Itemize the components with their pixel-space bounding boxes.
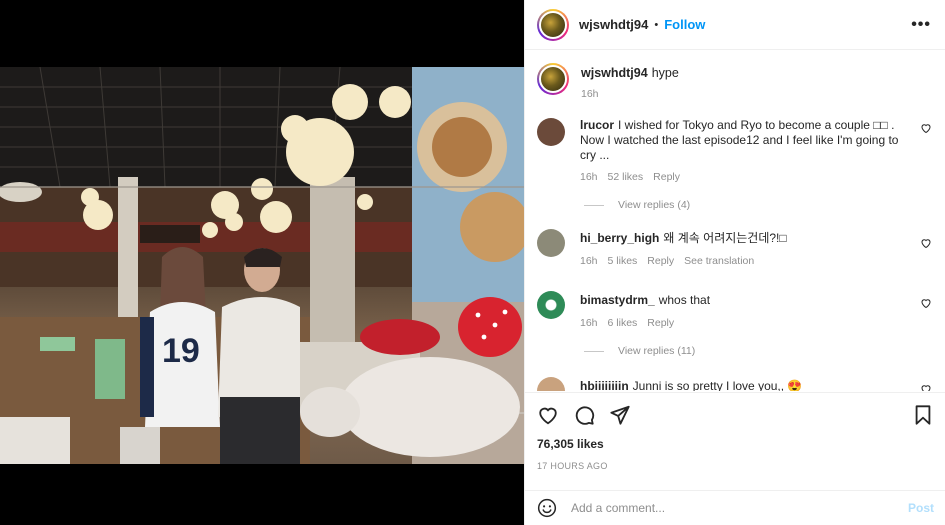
comment-text: I wished for Tokyo and Ryo to become a c…: [580, 118, 899, 162]
reply-button[interactable]: Reply: [647, 254, 674, 269]
heart-icon[interactable]: [920, 122, 932, 134]
post-header: wjswhdtj94 • Follow •••: [525, 0, 945, 50]
caption-username[interactable]: wjswhdtj94: [581, 66, 648, 80]
heart-icon[interactable]: [920, 237, 932, 249]
comment-meta: 16h 6 likes Reply: [580, 316, 900, 331]
reply-button[interactable]: Reply: [653, 170, 680, 185]
comment-body: hi_berry_high 왜 계속 어려지는건데?!□ 16h 5 likes …: [580, 231, 900, 269]
likes-count[interactable]: 76,305 likes: [537, 437, 934, 451]
comment-likes[interactable]: 5 likes: [608, 254, 638, 269]
comment-text: whos that: [658, 293, 711, 307]
caption-avatar[interactable]: [537, 63, 569, 95]
comment-bubble-icon[interactable]: [573, 404, 595, 426]
caption-text: hype: [651, 66, 679, 80]
follow-button[interactable]: Follow: [664, 17, 705, 32]
action-icons: [537, 393, 934, 437]
post-actions: 76,305 likes 17 HOURS AGO: [525, 392, 945, 471]
comment-meta: 16h 5 likes Reply See translation: [580, 254, 900, 269]
author-username[interactable]: wjswhdtj94: [579, 17, 648, 32]
comment-username[interactable]: lrucor: [580, 118, 614, 132]
comment-meta: 16h 52 likes Reply: [580, 170, 900, 185]
share-send-icon[interactable]: [609, 404, 631, 426]
comment-time: 16h: [580, 317, 598, 329]
comment-item: bimastydrm_ whos that 16h 6 likes Reply: [537, 291, 934, 331]
commenter-avatar[interactable]: [537, 118, 565, 146]
comment-body: lrucor I wished for Tokyo and Ryo to beco…: [580, 118, 900, 185]
commenter-avatar[interactable]: [537, 291, 565, 319]
header-separator: •: [654, 18, 659, 31]
view-replies-button[interactable]: View replies (4): [584, 199, 934, 211]
commenter-avatar[interactable]: [537, 377, 565, 391]
bookmark-icon[interactable]: [912, 404, 934, 426]
comment-body: bimastydrm_ whos that 16h 6 likes Reply: [580, 293, 900, 331]
comment-item: lrucor I wished for Tokyo and Ryo to beco…: [537, 118, 934, 185]
commenter-avatar[interactable]: [537, 229, 565, 257]
comment-username[interactable]: hbiiiiiiiin: [580, 379, 629, 391]
caption-body: wjswhdtj94 hype 16h: [581, 66, 901, 102]
post-date: 17 HOURS AGO: [537, 461, 608, 471]
see-translation-link[interactable]: See translation: [684, 254, 754, 269]
comment-body: hbiiiiiiiin Junni is so pretty I love you…: [580, 379, 900, 391]
comment-time: 16h: [580, 255, 598, 267]
comment-likes[interactable]: 6 likes: [608, 316, 638, 331]
caption-time: 16h: [581, 88, 599, 100]
comment-text: 왜 계속 어려지는건데?!□: [663, 231, 787, 245]
post-photo[interactable]: 19: [0, 67, 524, 464]
comment-time: 16h: [580, 171, 598, 183]
like-heart-icon[interactable]: [537, 404, 559, 426]
view-replies-button[interactable]: View replies (11): [584, 345, 934, 357]
media-pane: 19: [0, 0, 524, 525]
comments-list[interactable]: wjswhdtj94 hype 16h lrucor I wished for To…: [525, 51, 945, 391]
comment-input[interactable]: [571, 501, 908, 515]
caption-meta: 16h: [581, 87, 901, 102]
heart-icon[interactable]: [920, 297, 932, 309]
post-comment-button[interactable]: Post: [908, 501, 934, 515]
heart-icon[interactable]: [920, 383, 932, 391]
author-avatar[interactable]: [537, 8, 569, 41]
replies-divider: [584, 350, 604, 352]
comment-username[interactable]: hi_berry_high: [580, 231, 659, 245]
comment-item: hbiiiiiiiin Junni is so pretty I love you…: [537, 377, 934, 391]
comment-likes[interactable]: 52 likes: [608, 170, 644, 185]
comment-emoji: 😍: [787, 379, 803, 391]
view-replies-label: View replies (4): [618, 199, 691, 211]
view-replies-label: View replies (11): [618, 345, 696, 357]
reply-button[interactable]: Reply: [647, 316, 674, 331]
emoji-picker-icon[interactable]: [537, 498, 557, 518]
post-side-panel: wjswhdtj94 • Follow ••• wjswhdtj94 hype 1…: [524, 0, 945, 525]
svg-text:19: 19: [162, 332, 200, 370]
comment-item: hi_berry_high 왜 계속 어려지는건데?!□ 16h 5 likes …: [537, 229, 934, 269]
more-options-icon[interactable]: •••: [911, 16, 931, 34]
comment-composer: Post: [525, 490, 945, 525]
caption-row: wjswhdtj94 hype 16h: [537, 63, 934, 102]
comment-text: Junni is so pretty I love you,,: [632, 379, 785, 391]
replies-divider: [584, 204, 604, 206]
comment-username[interactable]: bimastydrm_: [580, 293, 655, 307]
